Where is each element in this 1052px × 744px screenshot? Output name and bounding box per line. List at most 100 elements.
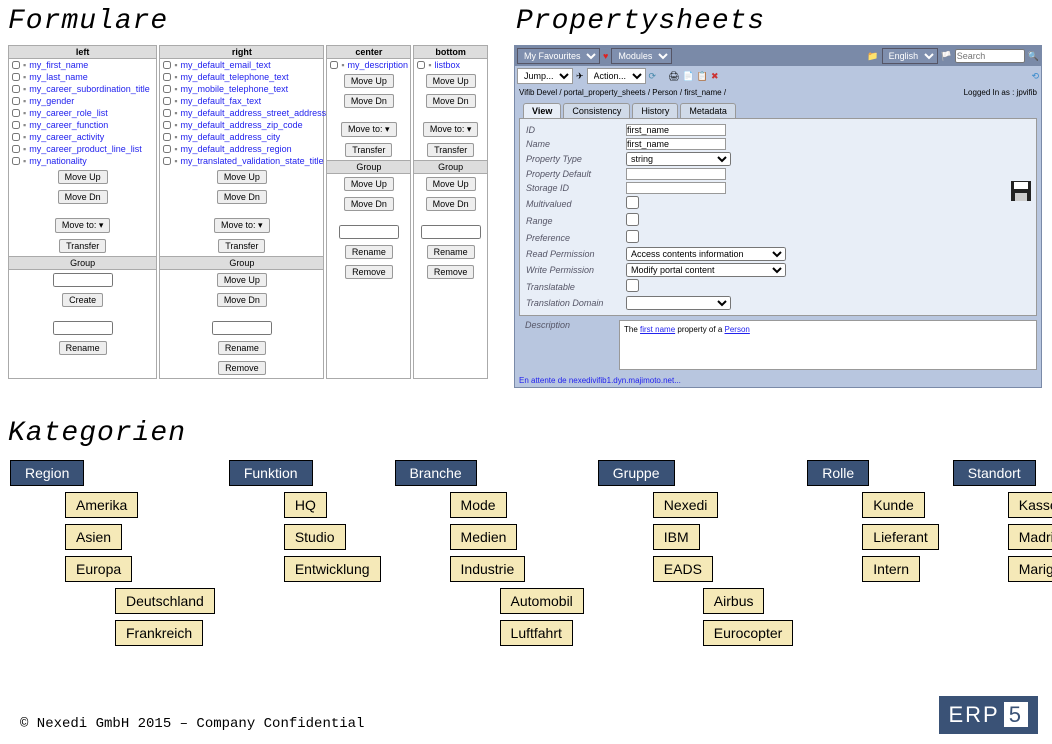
form-item-checkbox[interactable] [12, 61, 20, 69]
jump-dropdown[interactable]: Jump... [517, 68, 573, 84]
form-item-checkbox[interactable] [163, 121, 171, 129]
moveup-button[interactable]: Move Up [217, 273, 267, 287]
field-storageid-input[interactable] [626, 182, 726, 194]
form-item-link[interactable]: my_last_name [29, 72, 88, 82]
movedn-button[interactable]: Move Dn [344, 94, 394, 108]
form-item-checkbox[interactable] [330, 61, 338, 69]
form-item-checkbox[interactable] [163, 97, 171, 105]
remove-button[interactable]: Remove [218, 361, 266, 375]
form-item-checkbox[interactable] [163, 133, 171, 141]
save-icon[interactable] [1009, 179, 1033, 203]
form-item-link[interactable]: my_career_role_list [29, 108, 108, 118]
form-item-link[interactable]: my_translated_validation_state_title [181, 156, 324, 166]
transfer-button[interactable]: Transfer [427, 143, 474, 157]
tab-view[interactable]: View [523, 103, 561, 118]
movedn-button[interactable]: Move Dn [217, 293, 267, 307]
print-icon[interactable]: 🖨 [668, 71, 679, 82]
desc-link-person[interactable]: Person [725, 325, 750, 334]
field-transdomain-select[interactable] [626, 296, 731, 310]
form-item-link[interactable]: my_first_name [29, 60, 88, 70]
form-item-checkbox[interactable] [417, 61, 425, 69]
form-item-link[interactable]: my_default_fax_text [181, 96, 262, 106]
transfer-button[interactable]: Transfer [345, 143, 392, 157]
form-item-checkbox[interactable] [12, 133, 20, 141]
movedn-button[interactable]: Move Dn [344, 197, 394, 211]
form-item-link[interactable]: listbox [435, 60, 461, 70]
rename-input[interactable] [53, 321, 113, 335]
field-name-input[interactable] [626, 138, 726, 150]
delete-icon[interactable]: ✖ [711, 71, 719, 82]
modules-dropdown[interactable]: Modules [611, 48, 672, 64]
form-item-link[interactable]: my_career_product_line_list [29, 144, 142, 154]
movedn-button[interactable]: Move Dn [426, 94, 476, 108]
form-item-checkbox[interactable] [163, 157, 171, 165]
field-range-checkbox[interactable] [626, 213, 639, 226]
form-item-checkbox[interactable] [12, 121, 20, 129]
breadcrumb-path[interactable]: Vifib Devel / portal_property_sheets / P… [519, 88, 726, 97]
moveup-button[interactable]: Move Up [344, 74, 394, 88]
field-propdefault-input[interactable] [626, 168, 726, 180]
field-writeperm-select[interactable]: Modify portal content [626, 263, 786, 277]
desc-link-firstname[interactable]: first name [640, 325, 675, 334]
field-preference-checkbox[interactable] [626, 230, 639, 243]
transfer-button[interactable]: Transfer [218, 239, 265, 253]
moveup-button[interactable]: Move Up [58, 170, 108, 184]
form-item-link[interactable]: my_career_subordination_title [29, 84, 150, 94]
form-item-link[interactable]: my_career_activity [29, 132, 104, 142]
moveup-button[interactable]: Move Up [426, 177, 476, 191]
form-item-checkbox[interactable] [163, 145, 171, 153]
field-multivalued-checkbox[interactable] [626, 196, 639, 209]
form-item-link[interactable]: my_default_telephone_text [181, 72, 289, 82]
movedn-button[interactable]: Move Dn [58, 190, 108, 204]
form-item-link[interactable]: my_default_address_street_address [181, 108, 327, 118]
movedn-button[interactable]: Move Dn [217, 190, 267, 204]
description-box[interactable]: The first name property of a Person [619, 320, 1037, 370]
moveto-button[interactable]: Move to: ▾ [55, 218, 111, 233]
search-input[interactable] [955, 49, 1025, 63]
rename-button[interactable]: Rename [345, 245, 393, 259]
transfer-button[interactable]: Transfer [59, 239, 106, 253]
group-name-input[interactable] [53, 273, 113, 287]
moveup-button[interactable]: Move Up [217, 170, 267, 184]
form-item-checkbox[interactable] [12, 109, 20, 117]
remove-button[interactable]: Remove [345, 265, 393, 279]
tab-consistency[interactable]: Consistency [563, 103, 630, 118]
form-item-checkbox[interactable] [163, 61, 171, 69]
plane-icon[interactable]: ✈ [576, 71, 584, 82]
rename-button[interactable]: Rename [218, 341, 266, 355]
sync-icon[interactable]: ⟲ [1031, 71, 1039, 82]
remove-button[interactable]: Remove [427, 265, 475, 279]
rename-button[interactable]: Rename [427, 245, 475, 259]
rename-input[interactable] [212, 321, 272, 335]
rename-input[interactable] [421, 225, 481, 239]
field-proptype-select[interactable]: string [626, 152, 731, 166]
moveto-button[interactable]: Move to: ▾ [341, 122, 397, 137]
refresh-icon[interactable]: ⟳ [649, 71, 657, 82]
form-item-link[interactable]: my_mobile_telephone_text [181, 84, 289, 94]
form-item-checkbox[interactable] [12, 85, 20, 93]
tab-metadata[interactable]: Metadata [680, 103, 736, 118]
form-item-link[interactable]: my_nationality [29, 156, 87, 166]
moveto-button[interactable]: Move to: ▾ [423, 122, 479, 137]
form-item-checkbox[interactable] [163, 85, 171, 93]
search-icon[interactable]: 🔍 [1028, 51, 1039, 62]
field-translatable-checkbox[interactable] [626, 279, 639, 292]
form-item-checkbox[interactable] [163, 73, 171, 81]
copy-icon[interactable]: 📋 [697, 71, 708, 82]
form-item-link[interactable]: my_default_address_region [181, 144, 292, 154]
lang-dropdown[interactable]: English [882, 48, 938, 64]
form-item-checkbox[interactable] [163, 109, 171, 117]
form-item-checkbox[interactable] [12, 97, 20, 105]
moveto-button[interactable]: Move to: ▾ [214, 218, 270, 233]
movedn-button[interactable]: Move Dn [426, 197, 476, 211]
action-dropdown[interactable]: Action... [587, 68, 646, 84]
form-item-checkbox[interactable] [12, 157, 20, 165]
field-readperm-select[interactable]: Access contents information [626, 247, 786, 261]
create-button[interactable]: Create [62, 293, 103, 307]
form-item-link[interactable]: my_description [348, 60, 409, 70]
form-item-link[interactable]: my_default_address_city [181, 132, 281, 142]
rename-input[interactable] [339, 225, 399, 239]
form-item-link[interactable]: my_career_function [29, 120, 108, 130]
form-item-link[interactable]: my_gender [29, 96, 74, 106]
field-id-input[interactable] [626, 124, 726, 136]
